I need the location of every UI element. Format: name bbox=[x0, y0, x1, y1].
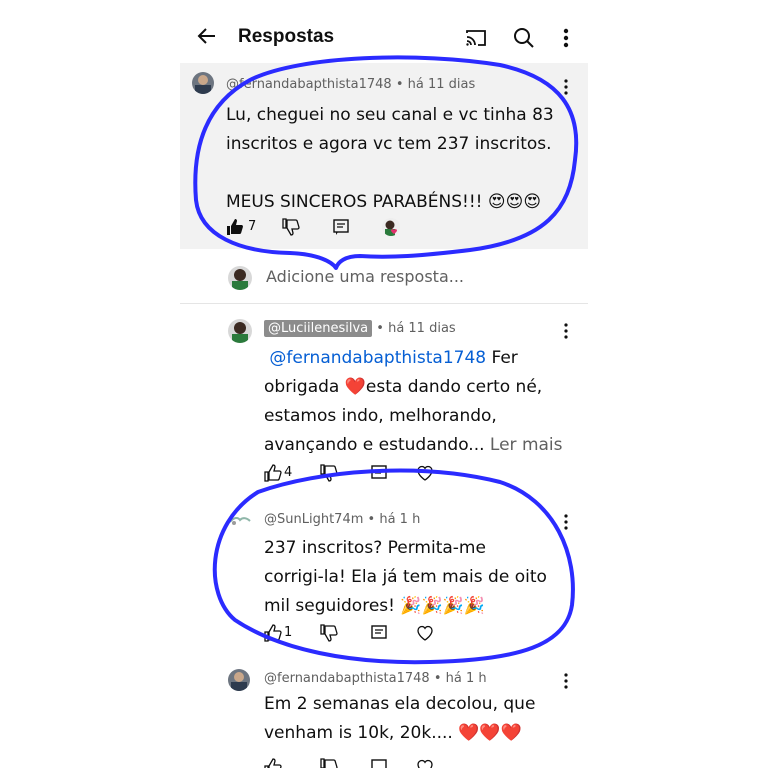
parent-comment: @fernandabapthista1748 • há 11 dias Lu, … bbox=[180, 63, 588, 249]
comment-line: MEUS SINCEROS PARABÉNS!!! 😍😍😍 bbox=[226, 192, 542, 212]
reply-more-icon[interactable] bbox=[558, 322, 574, 340]
more-vertical-icon[interactable] bbox=[554, 26, 578, 50]
dislike-icon[interactable] bbox=[320, 464, 338, 482]
reply-more-icon[interactable] bbox=[558, 672, 574, 690]
creator-heart-icon bbox=[382, 218, 400, 236]
reply-meta: @fernandabapthista1748 • há 1 h bbox=[264, 671, 487, 686]
dislike-icon[interactable] bbox=[320, 758, 338, 768]
reply-time: há 11 dias bbox=[388, 321, 456, 336]
dislike-icon[interactable] bbox=[282, 218, 300, 236]
reply-icon[interactable] bbox=[370, 624, 388, 642]
current-user-avatar bbox=[228, 266, 252, 290]
like-icon[interactable] bbox=[264, 624, 282, 642]
divider bbox=[180, 303, 588, 304]
comment-replies-screen: Respostas @fernandabapthista1748 • há 11… bbox=[180, 0, 588, 768]
read-more-link[interactable]: Ler mais bbox=[490, 435, 563, 455]
avatar[interactable] bbox=[228, 669, 250, 691]
reply-line: mil seguidores! 🎉🎉🎉🎉 bbox=[264, 596, 486, 616]
reply-line: estamos indo, melhorando, bbox=[264, 406, 497, 426]
reply-time: há 1 h bbox=[445, 671, 487, 686]
heart-icon[interactable] bbox=[416, 758, 434, 768]
reply-line: obrigada ❤️esta dando certo né, bbox=[264, 377, 543, 397]
reply-icon[interactable] bbox=[370, 758, 388, 768]
reply-line: Fer bbox=[486, 348, 518, 368]
search-icon[interactable] bbox=[512, 26, 536, 50]
avatar[interactable] bbox=[228, 512, 252, 530]
like-filled-icon[interactable] bbox=[226, 218, 244, 236]
reply-input[interactable]: Adicione uma resposta... bbox=[266, 267, 464, 286]
reply-line: Em 2 semanas ela decolou, que bbox=[264, 694, 536, 714]
heart-icon[interactable] bbox=[416, 464, 434, 482]
reply-line: avançando e estudando... bbox=[264, 435, 490, 455]
app-header: Respostas bbox=[180, 0, 588, 60]
reply-author[interactable]: @SunLight74m bbox=[264, 512, 363, 527]
comment-line: Lu, cheguei no seu canal e vc tinha 83 bbox=[226, 105, 554, 125]
mention-link[interactable]: @fernandabapthista1748 bbox=[269, 348, 486, 368]
cast-icon[interactable] bbox=[464, 26, 488, 50]
comment-time: há 11 dias bbox=[407, 77, 476, 92]
heart-icon[interactable] bbox=[416, 624, 434, 642]
reply-text: Em 2 semanas ela decolou, que venham is … bbox=[264, 690, 535, 748]
like-count: 4 bbox=[284, 465, 293, 480]
comment-author[interactable]: @fernandabapthista1748 bbox=[226, 77, 392, 92]
reply-meta: @Luciilenesilva • há 11 dias bbox=[264, 320, 456, 337]
reply-time: há 1 h bbox=[379, 512, 421, 527]
back-arrow-icon[interactable] bbox=[195, 24, 219, 48]
reply-line: venham is 10k, 20k.... ❤️❤️❤️ bbox=[264, 723, 522, 743]
reply-text: 237 inscritos? Permita-me corrigi-la! El… bbox=[264, 534, 547, 621]
like-icon[interactable] bbox=[264, 464, 282, 482]
reply-more-icon[interactable] bbox=[558, 513, 574, 531]
dislike-icon[interactable] bbox=[320, 624, 338, 642]
reply-icon[interactable] bbox=[370, 464, 388, 482]
like-icon[interactable] bbox=[264, 758, 282, 768]
like-count: 7 bbox=[248, 219, 257, 234]
reply-author[interactable]: @fernandabapthista1748 bbox=[264, 671, 430, 686]
reply-meta: @SunLight74m • há 1 h bbox=[264, 512, 421, 527]
reply-icon[interactable] bbox=[332, 218, 350, 236]
reply-line: corrigi-la! Ela já tem mais de oito bbox=[264, 567, 547, 587]
comment-text: Lu, cheguei no seu canal e vc tinha 83 i… bbox=[226, 101, 554, 217]
reply-text: @fernandabapthista1748 Fer obrigada ❤️es… bbox=[264, 344, 563, 460]
reply-author[interactable]: @Luciilenesilva bbox=[264, 320, 373, 337]
page-title: Respostas bbox=[238, 26, 335, 47]
reply-line: 237 inscritos? Permita-me bbox=[264, 538, 486, 558]
avatar[interactable] bbox=[192, 72, 214, 94]
comment-line: inscritos e agora vc tem 237 inscritos. bbox=[226, 134, 552, 154]
avatar[interactable] bbox=[228, 319, 252, 343]
comment-meta: @fernandabapthista1748 • há 11 dias bbox=[226, 77, 476, 92]
like-count: 1 bbox=[284, 625, 293, 640]
comment-more-icon[interactable] bbox=[558, 78, 574, 96]
avatar-photo-icon bbox=[195, 75, 211, 94]
